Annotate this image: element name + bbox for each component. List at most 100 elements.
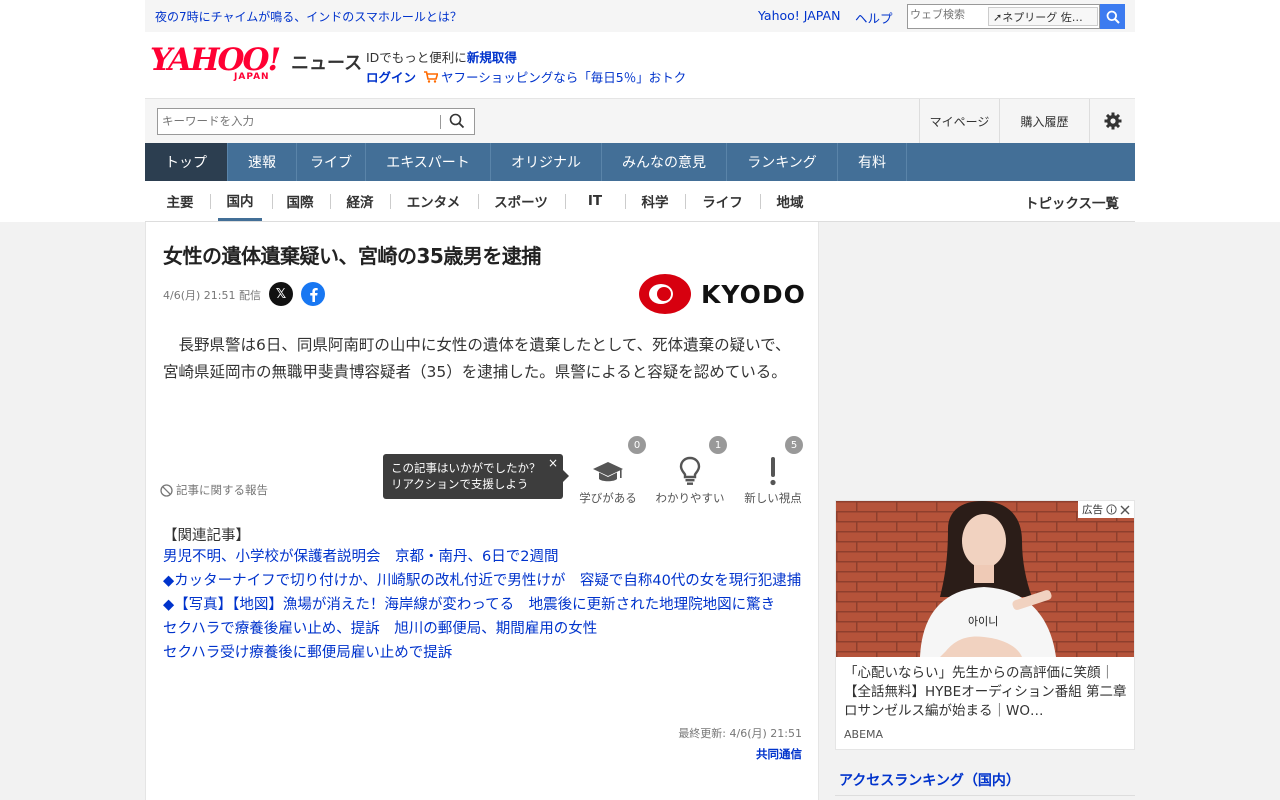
sidebar-ad[interactable]: 아이니 広告 「心配いならい」先生からの高評価に笑顔｜【全話無料】HYBEオーデ… xyxy=(835,500,1135,750)
category-economy[interactable]: 経済 xyxy=(340,181,380,221)
category-divider xyxy=(625,194,626,209)
reaction-label: 新しい視点 xyxy=(744,491,802,505)
login-link[interactable]: ログイン xyxy=(366,67,416,86)
trend-chip[interactable]: ➚ネプリーグ 佐… xyxy=(988,7,1098,26)
publisher-logo[interactable]: KYODO xyxy=(639,274,806,314)
prohibited-icon xyxy=(160,483,173,497)
kyodo-emblem-icon xyxy=(639,274,691,314)
topics-list-link[interactable]: トピックス一覧 xyxy=(1025,192,1119,212)
last-updated: 最終更新: 4/6(月) 21:51 xyxy=(678,727,802,740)
graduation-cap-icon xyxy=(593,462,623,482)
ad-label[interactable]: 広告 xyxy=(1078,501,1134,518)
related-link[interactable]: ◆【写真】【地図】漁場が消えた！海岸線が変わってる 地震後に更新された地理院地図… xyxy=(163,593,803,617)
related-link[interactable]: ◆カッターナイフで切り付けか、川崎駅の改札付近で男性けが 容疑で自称40代の女を… xyxy=(163,569,803,593)
related-link[interactable]: セクハラ受け療養後に郵便局雇い止めで提訴 xyxy=(163,641,803,665)
related-link[interactable]: セクハラで療養後雇い止め、提訴 旭川の郵便局、期間雇用の女性 xyxy=(163,617,803,641)
reaction-learn-button[interactable]: 0 学びがある xyxy=(573,436,646,506)
related-articles: 男児不明、小学校が保護者説明会 京都・南丹、6日で2週間 ◆カッターナイフで切り… xyxy=(163,545,803,665)
close-icon[interactable]: × xyxy=(548,455,558,471)
category-divider xyxy=(390,194,391,209)
purchase-history-link[interactable]: 購入履歴 xyxy=(999,99,1089,143)
trend-chip-label: ネプリーグ 佐… xyxy=(1002,11,1083,24)
search-icon[interactable] xyxy=(449,113,465,129)
close-icon[interactable] xyxy=(1120,505,1130,515)
nav-live[interactable]: ライブ xyxy=(297,143,366,181)
ad-title[interactable]: 「心配いならい」先生からの高評価に笑顔｜【全話無料】HYBEオーディション番組 … xyxy=(844,664,1128,721)
tooltip-line2: リアクションで支援しよう xyxy=(391,477,529,491)
exclamation-icon xyxy=(770,457,776,486)
access-ranking-title[interactable]: アクセスランキング（国内） xyxy=(835,770,1135,796)
category-main[interactable]: 主要 xyxy=(160,181,200,221)
report-link[interactable]: 記事に関する報告 xyxy=(160,482,268,498)
category-sports[interactable]: スポーツ xyxy=(488,181,554,221)
facebook-icon xyxy=(310,288,318,302)
reaction-tooltip: × この記事はいかがでしたか？ リアクションで支援しよう xyxy=(383,454,569,499)
tooltip-line1: この記事はいかがでしたか？ xyxy=(391,461,541,475)
ad-advertiser: ABEMA xyxy=(844,728,884,741)
reaction-count: 1 xyxy=(709,436,727,454)
report-label: 記事に関する報告 xyxy=(176,483,268,497)
share-x-button[interactable]: 𝕏 xyxy=(269,282,293,306)
trend-arrow-icon: ➚ xyxy=(993,11,1003,24)
keyword-search-input[interactable] xyxy=(162,114,432,128)
login-row: ログイン ヤフーショッピングなら「毎日5％」おトク xyxy=(366,67,686,86)
web-search-button[interactable] xyxy=(1100,4,1125,29)
category-it[interactable]: IT xyxy=(575,181,615,221)
nav-original[interactable]: オリジナル xyxy=(491,143,602,181)
mypage-link[interactable]: マイページ xyxy=(919,99,999,143)
gear-icon xyxy=(1104,112,1121,130)
publish-date: 4/6(月) 21:51 配信 xyxy=(163,289,261,302)
help-link[interactable]: ヘルプ xyxy=(855,8,893,27)
x-icon: 𝕏 xyxy=(275,286,287,302)
category-life[interactable]: ライフ xyxy=(695,181,750,221)
lightbulb-icon xyxy=(679,456,701,485)
id-promo: IDでもっと便利に新規取得 xyxy=(366,47,517,66)
register-link[interactable]: 新規取得 xyxy=(467,50,517,65)
id-promo-text: IDでもっと便利に xyxy=(366,50,467,65)
nav-breaking[interactable]: 速報 xyxy=(228,143,297,181)
category-science[interactable]: 科学 xyxy=(635,181,675,221)
yahoo-japan-link[interactable]: Yahoo! JAPAN xyxy=(758,8,840,23)
category-entertainment[interactable]: エンタメ xyxy=(400,181,467,221)
service-name: ニュース xyxy=(291,53,363,74)
info-icon xyxy=(1106,504,1117,515)
shopping-promo-link[interactable]: ヤフーショッピングなら「毎日5％」おトク xyxy=(441,67,686,86)
nav-top[interactable]: トップ xyxy=(145,143,228,181)
reaction-count: 5 xyxy=(785,436,803,454)
search-divider xyxy=(440,115,441,129)
cart-icon xyxy=(424,70,439,83)
web-search-input[interactable] xyxy=(910,8,986,21)
teaser-link[interactable]: 夜の7時にチャイムが鳴る、インドのスマホルールとは？ xyxy=(155,8,462,25)
category-world[interactable]: 国際 xyxy=(280,181,320,221)
search-icon xyxy=(1106,10,1120,24)
settings-button[interactable] xyxy=(1089,99,1135,143)
keyword-search-box xyxy=(157,108,475,135)
nav-opinion[interactable]: みんなの意見 xyxy=(602,143,727,181)
category-domestic[interactable]: 国内 xyxy=(218,181,262,221)
utility-bar: 夜の7時にチャイムが鳴る、インドのスマホルールとは？ Yahoo! JAPAN … xyxy=(145,0,1135,32)
reaction-count: 0 xyxy=(628,436,646,454)
share-facebook-button[interactable] xyxy=(301,282,325,306)
related-link[interactable]: 男児不明、小学校が保護者説明会 京都・南丹、6日で2週間 xyxy=(163,545,803,569)
article: 女性の遺体遺棄疑い、宮崎の35歳男を逮捕 4/6(月) 21:51 配信 𝕏 K… xyxy=(145,222,819,800)
reaction-new-view-button[interactable]: 5 新しい視点 xyxy=(738,436,808,506)
category-local[interactable]: 地域 xyxy=(770,181,810,221)
category-divider xyxy=(478,194,479,209)
category-divider xyxy=(685,194,686,209)
main-nav: トップ 速報 ライブ エキスパート オリジナル みんなの意見 ランキング 有料 xyxy=(145,143,1135,181)
category-divider xyxy=(272,194,273,209)
nav-ranking[interactable]: ランキング xyxy=(727,143,838,181)
category-nav: 主要 国内 国際 経済 エンタメ スポーツ IT 科学 ライフ 地域 トピックス… xyxy=(145,181,1135,222)
reaction-clear-button[interactable]: 1 わかりやすい xyxy=(655,436,727,506)
nav-paid[interactable]: 有料 xyxy=(838,143,907,181)
category-divider xyxy=(565,194,566,209)
category-divider xyxy=(760,194,761,209)
ad-image[interactable]: 아이니 広告 xyxy=(836,501,1134,657)
nav-expert[interactable]: エキスパート xyxy=(366,143,491,181)
reaction-label: 学びがある xyxy=(579,491,637,505)
publisher-name: KYODO xyxy=(701,279,806,309)
article-body: 長野県警は6日、同県阿南町の山中に女性の遺体を遺棄したとして、死体遺棄の疑いで、… xyxy=(163,336,791,381)
ad-photo xyxy=(836,501,1134,657)
yahoo-news-logo[interactable]: YAHOO! JAPAN xyxy=(150,45,290,83)
source-link[interactable]: 共同通信 xyxy=(756,746,802,762)
